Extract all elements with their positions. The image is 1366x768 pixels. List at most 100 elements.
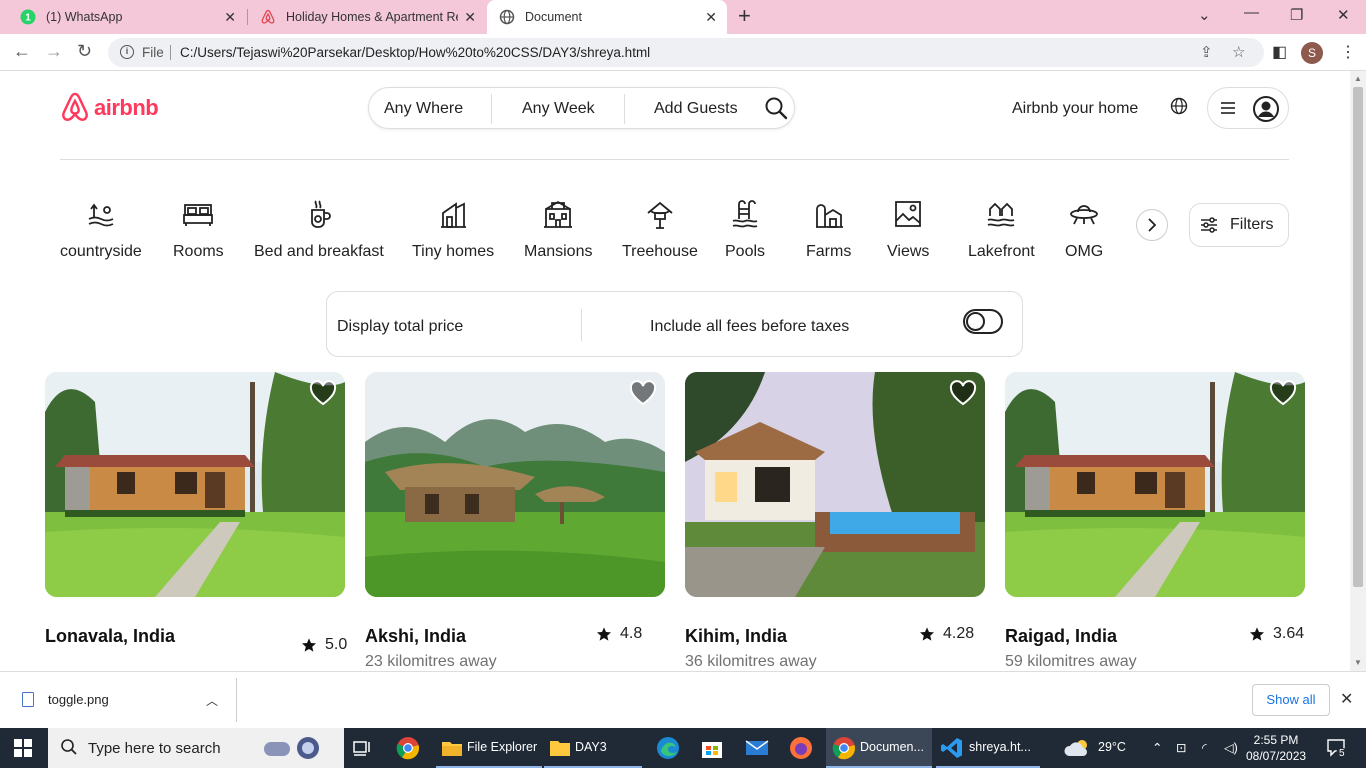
category-pools[interactable]: Pools <box>725 197 765 261</box>
kebab-menu-icon[interactable]: ⋮ <box>1340 42 1356 62</box>
close-tab-icon[interactable]: ✕ <box>224 9 236 26</box>
show-all-button[interactable]: Show all <box>1252 684 1330 716</box>
reload-icon[interactable]: ↻ <box>77 42 92 60</box>
page-scrollbar[interactable]: ▲ ▼ <box>1350 71 1366 671</box>
header-divider <box>60 159 1289 160</box>
restore-icon[interactable]: ❐ <box>1290 6 1303 24</box>
wifi-icon[interactable]: ◜ <box>1202 740 1207 755</box>
search-bar[interactable]: Any Where Any Week Add Guests <box>368 87 795 129</box>
download-item[interactable]: toggle.png <box>22 692 109 707</box>
tab-title: (1) WhatsApp <box>46 10 123 24</box>
tab-document[interactable]: Document ✕ <box>487 0 727 34</box>
folder-icon[interactable] <box>548 736 572 760</box>
category-label: Bed and breakfast <box>254 243 384 260</box>
category-next-button[interactable] <box>1136 209 1168 241</box>
airbnb-your-home-link[interactable]: Airbnb your home <box>1012 100 1138 118</box>
category-views[interactable]: Views <box>887 197 929 261</box>
omnibox[interactable]: i File C:/Users/Tejaswi%20Parsekar/Deskt… <box>108 38 1264 67</box>
microsoft-store-icon[interactable] <box>700 736 724 760</box>
category-treehouse[interactable]: Treehouse <box>622 197 698 261</box>
mail-icon[interactable] <box>745 736 769 760</box>
farm-icon <box>814 197 844 231</box>
listing-photo[interactable] <box>1005 372 1305 597</box>
vscode-icon[interactable] <box>940 736 964 760</box>
bookmark-star-icon[interactable]: ☆ <box>1232 43 1245 61</box>
task-view-icon[interactable] <box>350 736 374 760</box>
category-label: Pools <box>725 243 766 260</box>
listing-card[interactable]: Kihim, India 4.28 36 kilomitres away <box>685 372 985 670</box>
close-tab-icon[interactable]: ✕ <box>464 9 476 26</box>
listing-photo[interactable] <box>685 372 985 597</box>
category-label: Tiny homes <box>412 243 495 260</box>
search-where[interactable]: Any Where <box>384 100 463 118</box>
listing-card[interactable]: Akshi, India 4.8 23 kilomitres away <box>365 372 665 670</box>
tiny-home-icon <box>438 197 468 231</box>
favorite-heart-icon[interactable] <box>949 380 977 411</box>
chevron-up-icon[interactable]: ⌃ <box>1152 740 1162 755</box>
weather-cloud-icon[interactable] <box>1064 736 1088 760</box>
close-tab-icon[interactable]: ✕ <box>705 9 717 26</box>
share-icon[interactable]: ⇪ <box>1200 43 1213 61</box>
favorite-heart-icon[interactable] <box>309 380 337 411</box>
close-downloads-icon[interactable]: ✕ <box>1340 689 1353 709</box>
windows-start-icon[interactable] <box>14 739 32 762</box>
favorite-heart-icon[interactable] <box>1269 380 1297 411</box>
scrollbar-thumb[interactable] <box>1353 87 1363 587</box>
taskbar-label: File Explorer <box>467 740 538 754</box>
countryside-icon <box>86 197 116 231</box>
search-highlight-icon <box>262 734 328 766</box>
tab-whatsapp[interactable]: 1 (1) WhatsApp ✕ <box>8 0 246 34</box>
listing-photo[interactable] <box>365 372 665 597</box>
chrome-icon[interactable] <box>396 736 420 760</box>
minimize-icon[interactable]: — <box>1244 4 1259 21</box>
clock-time: 2:55 PM <box>1253 733 1299 747</box>
category-omg[interactable]: OMG <box>1065 197 1103 261</box>
user-menu-button[interactable] <box>1207 87 1289 129</box>
search-week[interactable]: Any Week <box>522 100 595 118</box>
side-panel-icon[interactable]: ◧ <box>1272 42 1287 62</box>
listing-photo[interactable] <box>45 372 345 597</box>
tab-search-chevron-icon[interactable]: ⌄ <box>1198 6 1211 24</box>
search-guests[interactable]: Add Guests <box>654 100 738 118</box>
category-bed-and-breakfast[interactable]: Bed and breakfast <box>254 197 384 261</box>
listing-card[interactable]: Raigad, India 3.64 59 kilomitres away <box>1005 372 1305 670</box>
category-label: Views <box>887 243 930 260</box>
airbnb-logo[interactable]: airbnb <box>60 92 159 124</box>
listing-card[interactable]: Lonavala, India 5.0 <box>45 372 347 653</box>
system-clock[interactable]: 2:55 PM 08/07/2023 <box>1246 732 1306 764</box>
chevron-up-icon[interactable]: ︿ <box>206 692 218 709</box>
category-countryside[interactable]: countryside <box>60 197 142 261</box>
new-tab-icon[interactable]: + <box>738 5 751 27</box>
scroll-up-icon[interactable]: ▲ <box>1354 74 1362 83</box>
volume-icon[interactable]: ◁) <box>1224 740 1238 755</box>
category-label: Mansions <box>524 243 593 260</box>
edge-icon[interactable] <box>656 736 680 760</box>
category-rooms[interactable]: Rooms <box>173 197 224 261</box>
weather-temperature[interactable]: 29°C <box>1098 740 1126 754</box>
profile-avatar[interactable]: S <box>1301 42 1323 64</box>
firefox-icon[interactable] <box>789 736 813 760</box>
category-lakefront[interactable]: Lakefront <box>968 197 1035 261</box>
category-farms[interactable]: Farms <box>806 197 851 261</box>
file-explorer-icon[interactable] <box>440 736 464 760</box>
favorite-heart-icon[interactable] <box>629 380 657 411</box>
taskbar-search-box[interactable]: Type here to search <box>48 728 344 768</box>
close-window-icon[interactable]: ✕ <box>1337 6 1350 24</box>
taskbar-label: DAY3 <box>575 740 607 754</box>
total-price-toggle[interactable] <box>963 309 1003 334</box>
url-text[interactable]: C:/Users/Tejaswi%20Parsekar/Desktop/How%… <box>180 45 650 60</box>
tab-airbnb[interactable]: Holiday Homes & Apartment Rentals ✕ <box>248 0 486 34</box>
search-icon[interactable] <box>764 96 788 125</box>
star-icon <box>597 627 611 641</box>
forward-icon[interactable]: → <box>45 42 63 60</box>
meet-now-icon[interactable]: ⊡ <box>1176 740 1186 755</box>
category-mansions[interactable]: Mansions <box>524 197 592 261</box>
filters-button[interactable]: Filters <box>1189 203 1289 247</box>
info-icon[interactable]: i <box>120 45 134 59</box>
taskbar-search-placeholder: Type here to search <box>88 740 221 757</box>
category-tiny-homes[interactable]: Tiny homes <box>412 197 494 261</box>
scroll-down-icon[interactable]: ▼ <box>1354 658 1362 667</box>
back-icon[interactable]: ← <box>13 42 31 60</box>
globe-icon[interactable] <box>1170 97 1188 120</box>
chrome-icon[interactable] <box>832 736 856 760</box>
